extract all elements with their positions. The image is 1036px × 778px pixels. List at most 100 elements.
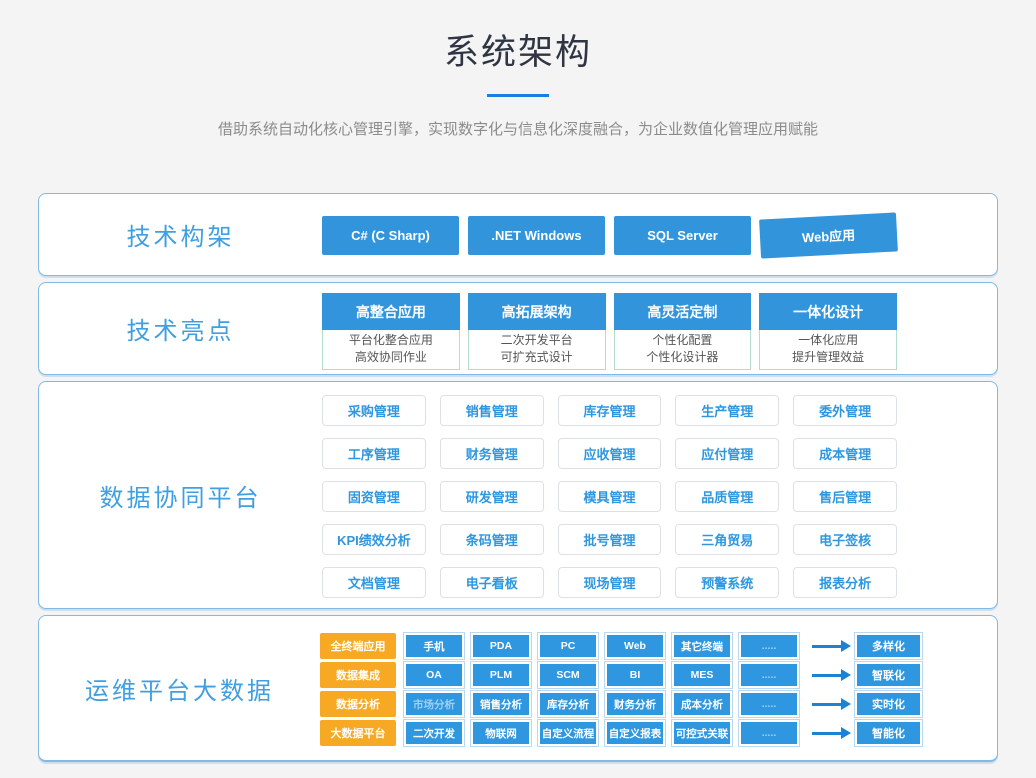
highlight-card-line: 一体化应用 (760, 332, 896, 349)
section-title-bigdata: 运维平台大数据 (39, 616, 320, 760)
bigdata-result-button[interactable]: 智能化 (855, 720, 922, 746)
highlight-card-header: 高灵活定制 (614, 293, 752, 330)
tech-stack-buttons: C# (C Sharp).NET WindowsSQL ServerWeb应用 (322, 194, 997, 275)
system-architecture-page: 系统架构 借助系统自动化核心管理引擎，实现数字化与信息化深度融合，为企业数值化管… (0, 0, 1036, 778)
section-bigdata: 运维平台大数据 全终端应用手机 PDA PC Web 其它终端..... 多样化数据集成 O… (38, 615, 998, 762)
bigdata-item-button[interactable]: 手机 (404, 633, 464, 659)
tech-stack-button[interactable]: Web应用 (759, 212, 898, 258)
platform-module-button[interactable]: 工序管理 (322, 438, 426, 469)
bigdata-item-button[interactable]: PDA (471, 633, 531, 659)
platform-module-button[interactable]: 财务管理 (440, 438, 544, 469)
bigdata-item-button[interactable]: SCM (538, 662, 598, 688)
section-tech-stack: 技术构架 C# (C Sharp).NET WindowsSQL ServerW… (38, 193, 998, 276)
platform-module-button[interactable]: 库存管理 (558, 395, 662, 426)
section-platform: 数据协同平台 采购管理销售管理库存管理生产管理委外管理工序管理财务管理应收管理应… (38, 381, 998, 609)
highlight-card-line: 高效协同作业 (323, 349, 459, 366)
bigdata-item-button[interactable]: Web (605, 633, 665, 659)
bigdata-item-button[interactable]: 财务分析 (605, 691, 665, 717)
tech-stack-button[interactable]: C# (C Sharp) (322, 216, 459, 255)
bigdata-item-button[interactable]: PLM (471, 662, 531, 688)
page-subtitle: 借助系统自动化核心管理引擎，实现数字化与信息化深度融合，为企业数值化管理应用赋能 (0, 118, 1036, 139)
bigdata-item-button[interactable]: ..... (739, 720, 799, 746)
platform-module-button[interactable]: 条码管理 (440, 524, 544, 555)
platform-module-button[interactable]: 电子签核 (793, 524, 897, 555)
platform-module-button[interactable]: 应付管理 (675, 438, 779, 469)
bigdata-item-button[interactable]: 销售分析 (471, 691, 531, 717)
section-title-highlights: 技术亮点 (39, 283, 322, 374)
highlight-card-line: 可扩充式设计 (469, 349, 605, 366)
bigdata-item-button[interactable]: ..... (739, 633, 799, 659)
arrow-right-icon (812, 674, 842, 677)
bigdata-row: 大数据平台二次开发物联网自定义流程自定义报表可控式关联..... 智能化 (320, 720, 927, 746)
bigdata-row: 数据分析市场分析销售分析库存分析财务分析成本分析..... 实时化 (320, 691, 927, 717)
highlight-card-line: 个性化配置 (615, 332, 751, 349)
platform-grid-row: KPI绩效分析条码管理批号管理三角贸易电子签核 (322, 524, 897, 555)
platform-module-button[interactable]: 委外管理 (793, 395, 897, 426)
platform-module-button[interactable]: 电子看板 (440, 567, 544, 598)
bigdata-item-button[interactable]: 成本分析 (672, 691, 732, 717)
platform-module-button[interactable]: 品质管理 (675, 481, 779, 512)
bigdata-item-button[interactable]: 可控式关联 (672, 720, 732, 746)
platform-module-button[interactable]: 报表分析 (793, 567, 897, 598)
section-title-tech-stack: 技术构架 (39, 194, 322, 275)
title-divider (487, 94, 549, 97)
bigdata-result-button[interactable]: 智联化 (855, 662, 922, 688)
highlight-card-line: 提升管理效益 (760, 349, 896, 366)
arrow-right-icon (812, 645, 842, 648)
bigdata-item-button[interactable]: ..... (739, 662, 799, 688)
platform-module-button[interactable]: 售后管理 (793, 481, 897, 512)
highlight-card[interactable]: 高拓展架构二次开发平台可扩充式设计 (468, 293, 606, 366)
platform-module-button[interactable]: KPI绩效分析 (322, 524, 426, 555)
platform-module-button[interactable]: 研发管理 (440, 481, 544, 512)
bigdata-row-label[interactable]: 数据分析 (320, 691, 396, 717)
platform-module-button[interactable]: 采购管理 (322, 395, 426, 426)
bigdata-item-button[interactable]: OA (404, 662, 464, 688)
bigdata-rows: 全终端应用手机 PDA PC Web 其它终端..... 多样化数据集成 OA PLM SCM B… (320, 616, 997, 760)
bigdata-result-button[interactable]: 多样化 (855, 633, 922, 659)
platform-module-button[interactable]: 三角贸易 (675, 524, 779, 555)
arrow-right-icon (812, 703, 842, 706)
bigdata-item-button[interactable]: BI (605, 662, 665, 688)
bigdata-item-button[interactable]: 其它终端 (672, 633, 732, 659)
platform-module-button[interactable]: 批号管理 (558, 524, 662, 555)
platform-module-button[interactable]: 销售管理 (440, 395, 544, 426)
bigdata-item-button[interactable]: ..... (739, 691, 799, 717)
highlight-card-header: 高拓展架构 (468, 293, 606, 330)
platform-grid-row: 文档管理电子看板现场管理预警系统报表分析 (322, 567, 897, 598)
platform-module-button[interactable]: 现场管理 (558, 567, 662, 598)
bigdata-item-button[interactable]: 库存分析 (538, 691, 598, 717)
bigdata-item-button[interactable]: MES (672, 662, 732, 688)
platform-module-button[interactable]: 应收管理 (558, 438, 662, 469)
highlight-card[interactable]: 一体化设计一体化应用提升管理效益 (759, 293, 897, 366)
platform-grid-row: 工序管理财务管理应收管理应付管理成本管理 (322, 438, 897, 469)
section-highlights: 技术亮点 高整合应用平台化整合应用高效协同作业高拓展架构二次开发平台可扩充式设计… (38, 282, 998, 375)
bigdata-item-button[interactable]: 自定义报表 (605, 720, 665, 746)
highlight-card-body: 平台化整合应用高效协同作业 (322, 330, 460, 370)
bigdata-row-label[interactable]: 数据集成 (320, 662, 396, 688)
highlight-card-line: 二次开发平台 (469, 332, 605, 349)
bigdata-item-button[interactable]: 二次开发 (404, 720, 464, 746)
highlight-card[interactable]: 高灵活定制个性化配置个性化设计器 (614, 293, 752, 366)
platform-module-button[interactable]: 预警系统 (675, 567, 779, 598)
panels-container: 技术构架 C# (C Sharp).NET WindowsSQL ServerW… (38, 193, 998, 762)
platform-module-button[interactable]: 固资管理 (322, 481, 426, 512)
tech-stack-button[interactable]: SQL Server (614, 216, 751, 255)
platform-module-button[interactable]: 模具管理 (558, 481, 662, 512)
platform-module-button[interactable]: 成本管理 (793, 438, 897, 469)
highlight-card-line: 个性化设计器 (615, 349, 751, 366)
bigdata-item-button[interactable]: 自定义流程 (538, 720, 598, 746)
tech-stack-button[interactable]: .NET Windows (468, 216, 605, 255)
platform-grid-row: 采购管理销售管理库存管理生产管理委外管理 (322, 395, 897, 426)
bigdata-item-button[interactable]: 市场分析 (404, 691, 464, 717)
bigdata-item-button[interactable]: 物联网 (471, 720, 531, 746)
platform-grid-row: 固资管理研发管理模具管理品质管理售后管理 (322, 481, 897, 512)
bigdata-row-label[interactable]: 大数据平台 (320, 720, 396, 746)
highlight-card[interactable]: 高整合应用平台化整合应用高效协同作业 (322, 293, 460, 366)
platform-module-button[interactable]: 文档管理 (322, 567, 426, 598)
bigdata-result-button[interactable]: 实时化 (855, 691, 922, 717)
bigdata-row-label[interactable]: 全终端应用 (320, 633, 396, 659)
highlight-card-body: 二次开发平台可扩充式设计 (468, 330, 606, 370)
highlight-card-line: 平台化整合应用 (323, 332, 459, 349)
platform-module-button[interactable]: 生产管理 (675, 395, 779, 426)
bigdata-item-button[interactable]: PC (538, 633, 598, 659)
